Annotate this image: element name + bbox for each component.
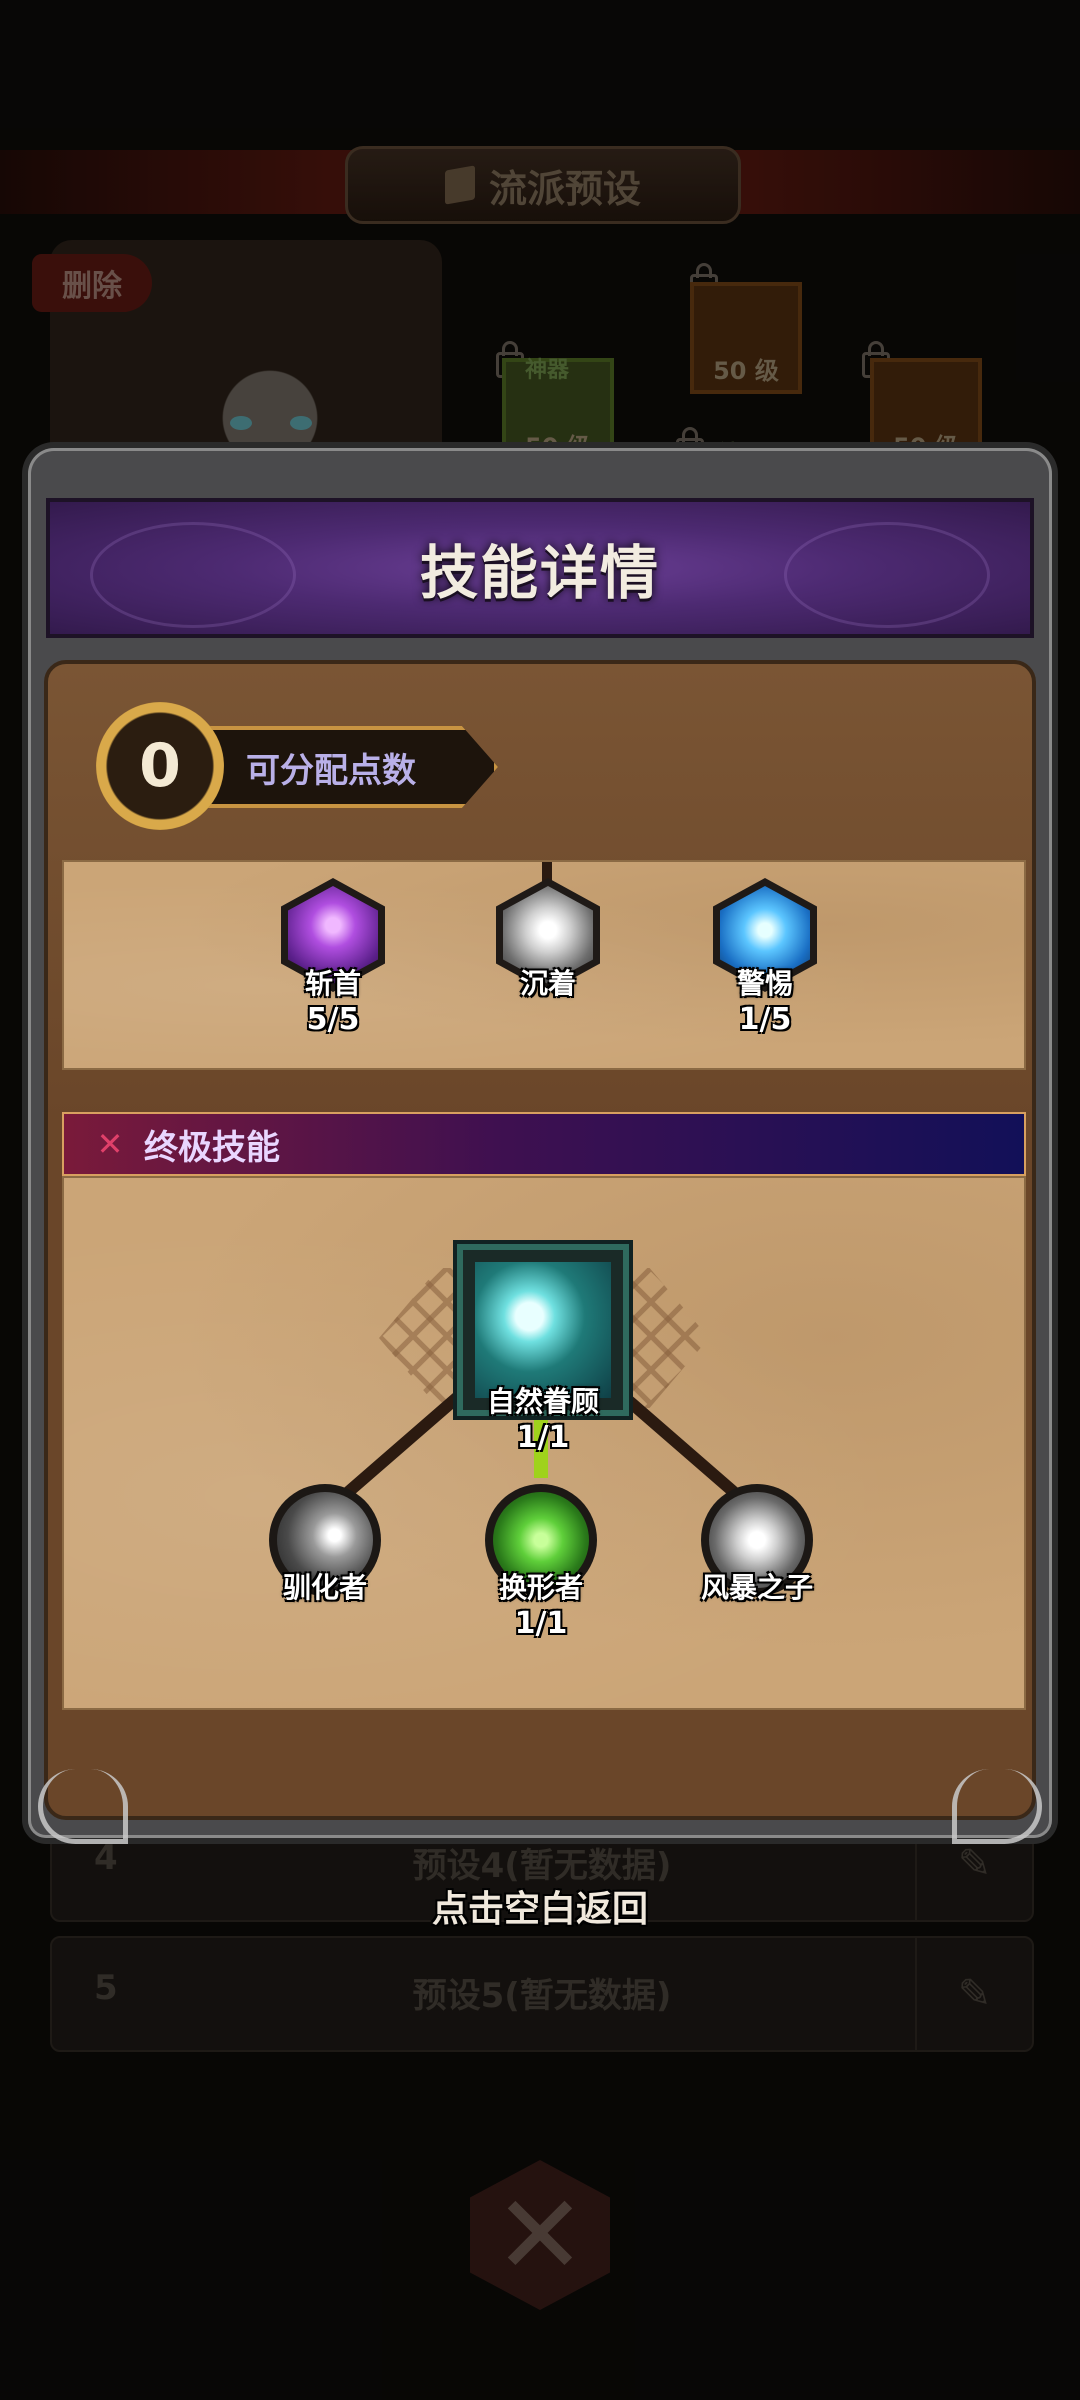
skill-name: 驯化者 (282, 1571, 367, 1604)
skill-name: 斩首 (304, 967, 361, 1000)
skill-vigilance[interactable]: 警惕 1/5 (695, 878, 835, 1037)
skill-tree-top: 斩首 5/5 沉着 警惕 1/5 (62, 860, 1026, 1070)
skill-detail-dialog: 技能详情 0 可分配点数 斩首 5/5 沉着 警惕 1/5 ✕ 终极技能 自然眷… (28, 448, 1052, 1844)
skill-shapeshifter[interactable]: 换形者 1/1 (471, 1484, 611, 1641)
skill-composure[interactable]: 沉着 (478, 878, 618, 1002)
skill-level: 1/5 (738, 1002, 792, 1037)
skill-name: 换形者 (498, 1571, 583, 1604)
orb-icon (475, 1262, 611, 1398)
dialog-title: 技能详情 (419, 539, 660, 607)
skill-name: 沉着 (519, 967, 576, 1000)
crossed-swords-icon: ✕ (96, 1125, 124, 1163)
dialog-header: 技能详情 (46, 498, 1034, 638)
skill-tamer[interactable]: 驯化者 (255, 1484, 395, 1606)
skill-level: 1/1 (516, 1420, 570, 1455)
skill-name: 警惕 (736, 967, 793, 1000)
skill-name: 风暴之子 (700, 1571, 813, 1604)
skill-level: 1/1 (514, 1606, 568, 1641)
skill-storm-child[interactable]: 风暴之子 (687, 1484, 827, 1606)
points-label: 可分配点数 (198, 726, 498, 808)
ultimate-skill-header: ✕ 终极技能 (62, 1112, 1026, 1176)
header-ornament (90, 522, 296, 628)
ultimate-header-label: 终极技能 (144, 1127, 280, 1168)
skill-beheading[interactable]: 斩首 5/5 (263, 878, 403, 1037)
points-value: 0 (96, 702, 224, 830)
skill-nature-grace[interactable]: 自然眷顾 1/1 (448, 1244, 638, 1455)
skill-name: 自然眷顾 (486, 1385, 599, 1418)
skill-panel: 0 可分配点数 斩首 5/5 沉着 警惕 1/5 ✕ 终极技能 自然眷顾 1/1… (44, 660, 1036, 1820)
skill-level: 5/5 (306, 1002, 360, 1037)
corner-ornament (38, 1769, 128, 1844)
tap-to-return-hint[interactable]: 点击空白返回 (0, 1880, 1080, 1932)
header-ornament (784, 522, 990, 628)
corner-ornament (952, 1769, 1042, 1844)
skill-tree-ultimate: 自然眷顾 1/1 驯化者 换形者 1/1 风暴之子 (62, 1176, 1026, 1710)
